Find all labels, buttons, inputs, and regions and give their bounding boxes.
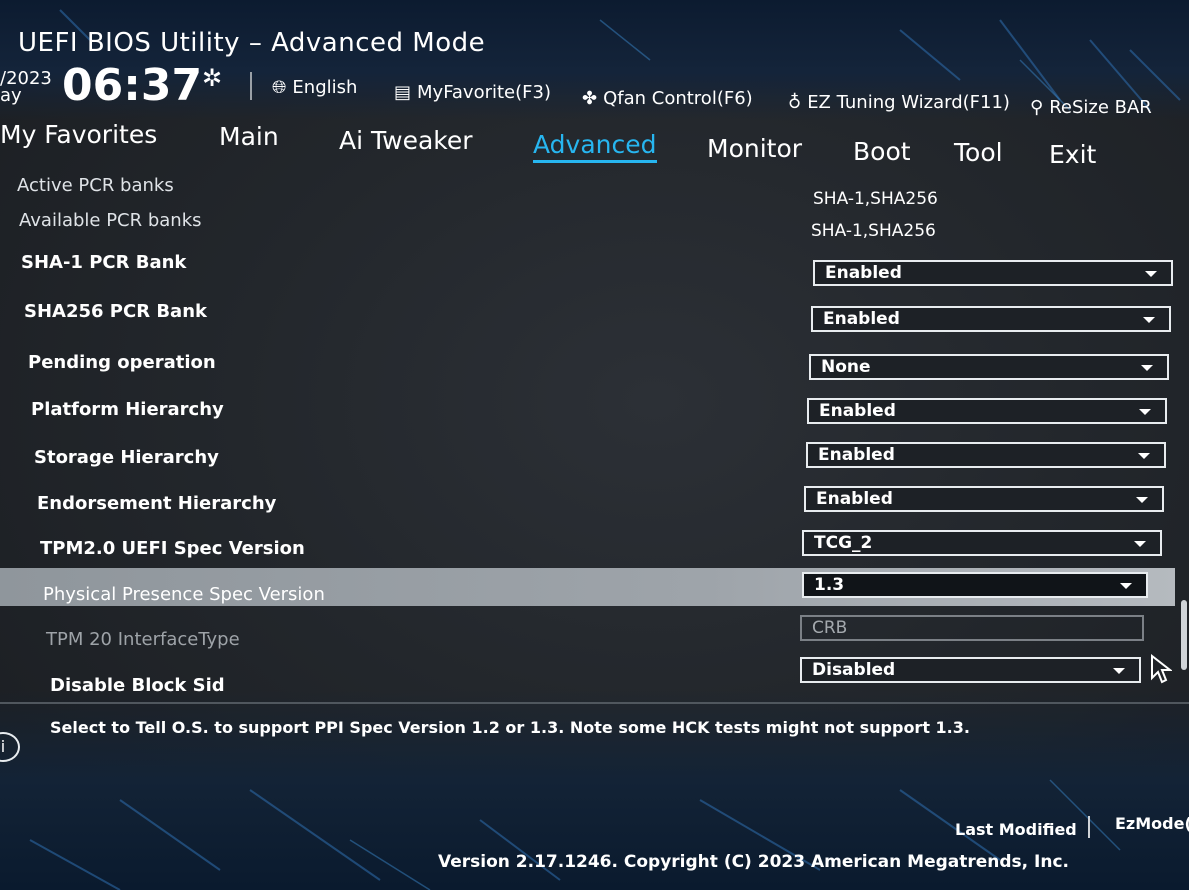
available-pcr-banks-label: Available PCR banks — [19, 210, 202, 231]
window-title: UEFI BIOS Utility – Advanced Mode — [18, 28, 486, 58]
settings-scrollbar[interactable] — [1181, 600, 1187, 670]
help-text: Select to Tell O.S. to support PPI Spec … — [50, 718, 970, 737]
tab-tool[interactable]: Tool — [954, 138, 1003, 167]
chevron-down-icon — [1134, 541, 1146, 547]
clock-display: 06:37 — [62, 60, 203, 111]
tpm2-uefi-spec-version-select[interactable]: TCG_2 — [802, 530, 1162, 556]
globe-icon: 🌐︎ — [272, 77, 287, 98]
last-modified-button[interactable]: Last Modified — [955, 820, 1077, 839]
sha256-pcr-bank-value: Enabled — [823, 309, 900, 329]
sha1-pcr-bank-select[interactable]: Enabled — [813, 260, 1173, 286]
language-label: English — [292, 77, 358, 98]
date-line-2: ay — [0, 85, 22, 106]
sha256-pcr-bank-select[interactable]: Enabled — [811, 306, 1171, 332]
header-separator — [250, 72, 252, 100]
myfavorite-button[interactable]: ▤ MyFavorite(F3) — [394, 82, 551, 103]
chevron-down-icon — [1138, 453, 1150, 459]
endorsement-hierarchy-value: Enabled — [816, 489, 893, 509]
mouse-cursor-icon — [1151, 654, 1172, 684]
gear-icon[interactable]: ✲ — [202, 64, 222, 92]
pending-operation-value: None — [821, 357, 871, 377]
sha256-pcr-bank-label: SHA256 PCR Bank — [24, 301, 207, 322]
platform-hierarchy-value: Enabled — [819, 401, 896, 421]
resize-bar-button[interactable]: ⚲ ReSize BAR — [1030, 97, 1152, 118]
version-copyright: Version 2.17.1246. Copyright (C) 2023 Am… — [438, 852, 1070, 872]
storage-hierarchy-value: Enabled — [818, 445, 895, 465]
chevron-down-icon — [1136, 497, 1148, 503]
date-display: /2023 ay — [0, 70, 52, 106]
tab-monitor[interactable]: Monitor — [707, 134, 802, 163]
list-icon: ▤ — [394, 82, 412, 103]
main-tabs: My Favorites Main Ai Tweaker Advanced Mo… — [0, 118, 1189, 169]
ez-tuning-wizard-label: EZ Tuning Wizard(F11) — [807, 92, 1010, 113]
bios-screen: UEFI BIOS Utility – Advanced Mode /2023 … — [0, 0, 1189, 890]
qfan-control-button[interactable]: ✤ Qfan Control(F6) — [582, 88, 753, 109]
platform-hierarchy-label: Platform Hierarchy — [31, 399, 224, 420]
ezmode-button[interactable]: EzMode(F — [1115, 814, 1189, 833]
help-divider — [0, 702, 1189, 704]
fan-icon: ✤ — [582, 88, 598, 109]
tab-ai-tweaker[interactable]: Ai Tweaker — [339, 126, 473, 155]
physical-presence-spec-version-value: 1.3 — [814, 575, 845, 595]
tpm20-interface-type-label: TPM 20 InterfaceType — [46, 629, 240, 650]
chevron-down-icon — [1113, 668, 1125, 674]
footer-separator — [1088, 816, 1090, 838]
disable-block-sid-select[interactable]: Disabled — [800, 657, 1141, 683]
tab-main[interactable]: Main — [219, 122, 279, 151]
language-button[interactable]: 🌐︎ English — [272, 77, 357, 98]
chevron-down-icon — [1141, 365, 1153, 371]
tab-advanced[interactable]: Advanced — [533, 130, 657, 163]
disable-block-sid-value: Disabled — [812, 660, 896, 680]
chevron-down-icon — [1143, 317, 1155, 323]
sha1-pcr-bank-value: Enabled — [825, 263, 902, 283]
chevron-down-icon — [1139, 409, 1151, 415]
tab-my-favorites[interactable]: My Favorites — [0, 120, 157, 149]
tab-boot[interactable]: Boot — [853, 137, 911, 166]
physical-presence-spec-version-select[interactable]: 1.3 — [802, 572, 1148, 598]
disable-block-sid-label: Disable Block Sid — [50, 675, 225, 696]
qfan-control-label: Qfan Control(F6) — [603, 88, 753, 109]
pending-operation-label: Pending operation — [28, 352, 216, 373]
storage-hierarchy-select[interactable]: Enabled — [806, 442, 1166, 468]
active-pcr-banks-value: SHA-1,SHA256 — [813, 189, 938, 209]
physical-presence-spec-version-label: Physical Presence Spec Version — [43, 584, 325, 605]
bulb-icon: ♁ — [788, 92, 802, 113]
endorsement-hierarchy-label: Endorsement Hierarchy — [37, 493, 277, 514]
tpm2-uefi-spec-version-label: TPM2.0 UEFI Spec Version — [40, 538, 305, 559]
pending-operation-select[interactable]: None — [809, 354, 1169, 380]
resize-bar-icon: ⚲ — [1030, 97, 1044, 118]
tab-exit[interactable]: Exit — [1049, 140, 1096, 169]
chevron-down-icon — [1120, 583, 1132, 589]
storage-hierarchy-label: Storage Hierarchy — [34, 447, 219, 468]
sha1-pcr-bank-label: SHA-1 PCR Bank — [21, 252, 187, 273]
platform-hierarchy-select[interactable]: Enabled — [807, 398, 1167, 424]
tpm20-interface-type-value: CRB — [812, 618, 848, 638]
endorsement-hierarchy-select[interactable]: Enabled — [804, 486, 1164, 512]
chevron-down-icon — [1145, 271, 1157, 277]
resize-bar-label: ReSize BAR — [1049, 97, 1152, 118]
tpm2-uefi-spec-version-value: TCG_2 — [814, 533, 873, 553]
myfavorite-label: MyFavorite(F3) — [417, 82, 551, 103]
available-pcr-banks-value: SHA-1,SHA256 — [811, 221, 936, 241]
ez-tuning-wizard-button[interactable]: ♁ EZ Tuning Wizard(F11) — [788, 92, 1010, 113]
tpm20-interface-type-field: CRB — [800, 615, 1144, 641]
active-pcr-banks-label: Active PCR banks — [17, 175, 174, 196]
